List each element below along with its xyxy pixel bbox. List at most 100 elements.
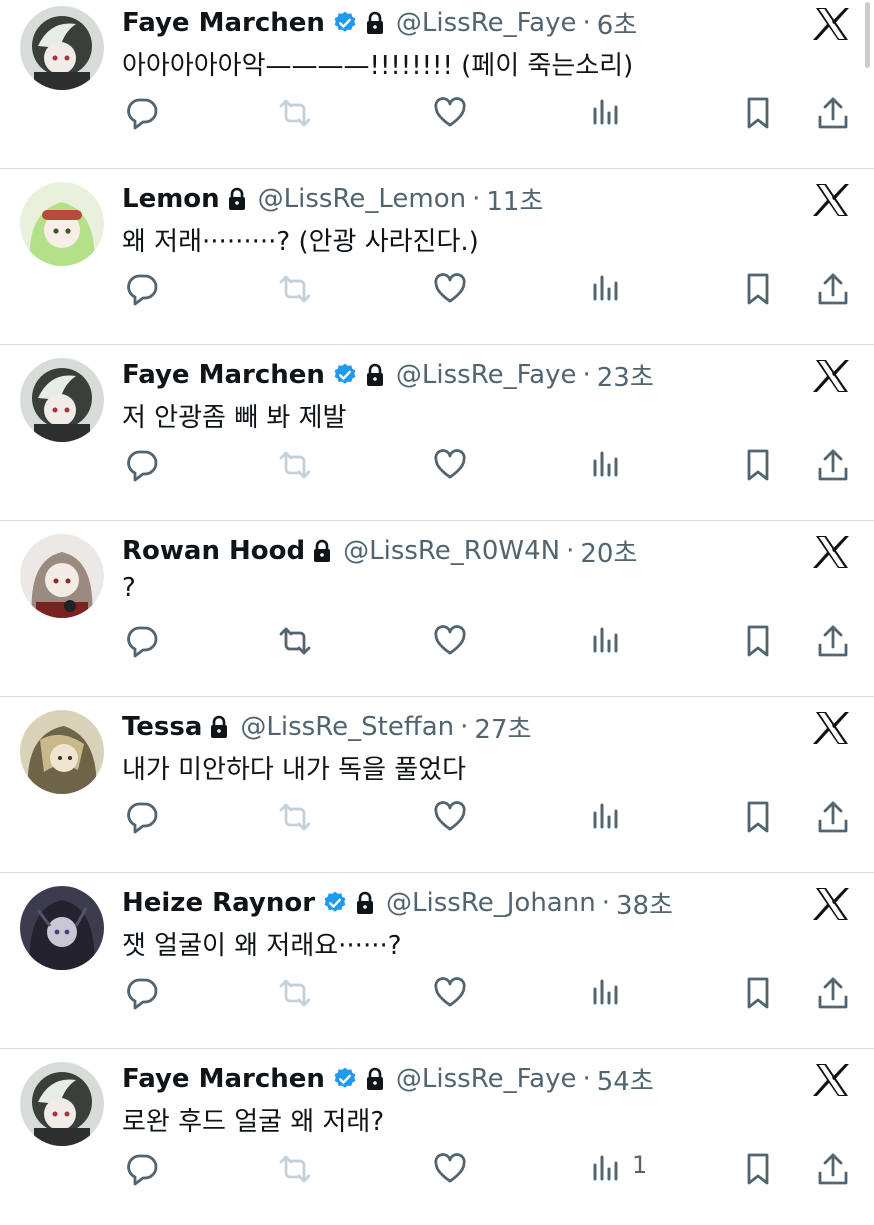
bookmark-button[interactable] xyxy=(738,269,778,309)
timestamp[interactable]: 11초 xyxy=(486,181,543,218)
x-logo-icon xyxy=(813,181,851,219)
views-icon xyxy=(593,627,618,653)
avatar[interactable] xyxy=(20,6,104,90)
lock-icon xyxy=(354,891,376,915)
like-button[interactable] xyxy=(430,621,470,661)
display-name[interactable]: Lemon xyxy=(122,184,220,214)
reply-button[interactable] xyxy=(122,445,162,485)
reply-button[interactable] xyxy=(122,973,162,1013)
avatar[interactable] xyxy=(20,534,104,618)
heart-icon xyxy=(434,449,466,479)
bookmark-icon xyxy=(747,449,769,481)
like-button[interactable] xyxy=(430,1149,470,1189)
share-button[interactable] xyxy=(813,445,853,485)
views-icon xyxy=(593,1155,618,1181)
retweet-button[interactable] xyxy=(275,93,315,133)
views-button[interactable] xyxy=(585,1149,625,1189)
timestamp[interactable]: 54초 xyxy=(597,1061,654,1098)
retweet-icon xyxy=(279,1155,311,1183)
separator-dot: · xyxy=(582,1064,591,1094)
handle[interactable]: @LissRe_Lemon xyxy=(258,184,466,214)
views-button[interactable] xyxy=(585,445,625,485)
views-icon xyxy=(593,451,618,477)
views-icon xyxy=(593,803,618,829)
tweet[interactable]: Heize Raynor @LissRe_Johann · 38초 잿 얼굴이 … xyxy=(0,873,874,1049)
views-icon xyxy=(593,99,618,125)
tweet[interactable]: Faye Marchen @LissRe_Faye · 23초 저 안광좀 빼 … xyxy=(0,345,874,521)
bookmark-button[interactable] xyxy=(738,973,778,1013)
handle[interactable]: @LissRe_Faye xyxy=(396,8,577,38)
views-icon xyxy=(593,979,618,1005)
handle[interactable]: @LissRe_Steffan xyxy=(240,712,454,742)
share-button[interactable] xyxy=(813,1149,853,1189)
views-button[interactable] xyxy=(585,973,625,1013)
views-button[interactable] xyxy=(585,93,625,133)
handle[interactable]: @LissRe_Faye xyxy=(396,1064,577,1094)
tweet[interactable]: Rowan Hood @LissRe_R0W4N · 20초 ? xyxy=(0,521,874,697)
display-name[interactable]: Tessa xyxy=(122,712,202,742)
bookmark-button[interactable] xyxy=(738,93,778,133)
reply-button[interactable] xyxy=(122,269,162,309)
like-button[interactable] xyxy=(430,973,470,1013)
display-name[interactable]: Faye Marchen xyxy=(122,1064,325,1094)
timestamp[interactable]: 27초 xyxy=(474,709,531,746)
like-button[interactable] xyxy=(430,269,470,309)
display-name[interactable]: Faye Marchen xyxy=(122,360,325,390)
display-name[interactable]: Rowan Hood xyxy=(122,536,305,566)
reply-button[interactable] xyxy=(122,1149,162,1189)
views-button[interactable] xyxy=(585,797,625,837)
timestamp[interactable]: 23초 xyxy=(597,357,654,394)
bookmark-button[interactable] xyxy=(738,445,778,485)
retweet-button[interactable] xyxy=(275,269,315,309)
bookmark-button[interactable] xyxy=(738,797,778,837)
handle[interactable]: @LissRe_Johann xyxy=(386,888,596,918)
handle[interactable]: @LissRe_R0W4N xyxy=(343,536,560,566)
handle[interactable]: @LissRe_Faye xyxy=(396,360,577,390)
share-button[interactable] xyxy=(813,973,853,1013)
retweet-icon xyxy=(279,803,311,831)
share-button[interactable] xyxy=(813,269,853,309)
avatar[interactable] xyxy=(20,1062,104,1146)
x-logo-icon xyxy=(813,5,851,43)
views-icon xyxy=(593,275,618,301)
share-button[interactable] xyxy=(813,93,853,133)
heart-icon xyxy=(434,625,466,655)
timestamp[interactable]: 38초 xyxy=(616,885,673,922)
like-button[interactable] xyxy=(430,445,470,485)
share-icon xyxy=(818,801,848,833)
retweet-button[interactable] xyxy=(275,1149,315,1189)
views-button[interactable] xyxy=(585,621,625,661)
timestamp[interactable]: 6초 xyxy=(597,5,637,42)
avatar[interactable] xyxy=(20,710,104,794)
retweet-button[interactable] xyxy=(275,797,315,837)
reply-icon xyxy=(127,450,158,482)
avatar[interactable] xyxy=(20,358,104,442)
like-button[interactable] xyxy=(430,797,470,837)
avatar[interactable] xyxy=(20,886,104,970)
tweet[interactable]: Lemon @LissRe_Lemon · 11초 왜 저래·········?… xyxy=(0,169,874,345)
display-name[interactable]: Faye Marchen xyxy=(122,8,325,38)
reply-button[interactable] xyxy=(122,797,162,837)
tweet-header: Faye Marchen @LissRe_Faye · 54초 xyxy=(122,1059,654,1099)
reply-button[interactable] xyxy=(122,621,162,661)
avatar[interactable] xyxy=(20,182,104,266)
share-icon xyxy=(818,449,848,481)
lock-icon xyxy=(311,539,333,563)
views-button[interactable] xyxy=(585,269,625,309)
bookmark-button[interactable] xyxy=(738,1149,778,1189)
share-button[interactable] xyxy=(813,797,853,837)
share-button[interactable] xyxy=(813,621,853,661)
retweet-icon xyxy=(279,627,311,655)
timestamp[interactable]: 20초 xyxy=(580,533,637,570)
like-button[interactable] xyxy=(430,93,470,133)
tweet[interactable]: Tessa @LissRe_Steffan · 27초 내가 미안하다 내가 독… xyxy=(0,697,874,873)
bookmark-button[interactable] xyxy=(738,621,778,661)
retweet-button[interactable] xyxy=(275,445,315,485)
scrollbar[interactable] xyxy=(865,2,870,68)
retweet-button[interactable] xyxy=(275,621,315,661)
retweet-button[interactable] xyxy=(275,973,315,1013)
display-name[interactable]: Heize Raynor xyxy=(122,888,315,918)
action-bar xyxy=(0,797,874,837)
tweet[interactable]: Faye Marchen @LissRe_Faye · 6초 아아아아아악———… xyxy=(0,0,874,169)
reply-button[interactable] xyxy=(122,93,162,133)
